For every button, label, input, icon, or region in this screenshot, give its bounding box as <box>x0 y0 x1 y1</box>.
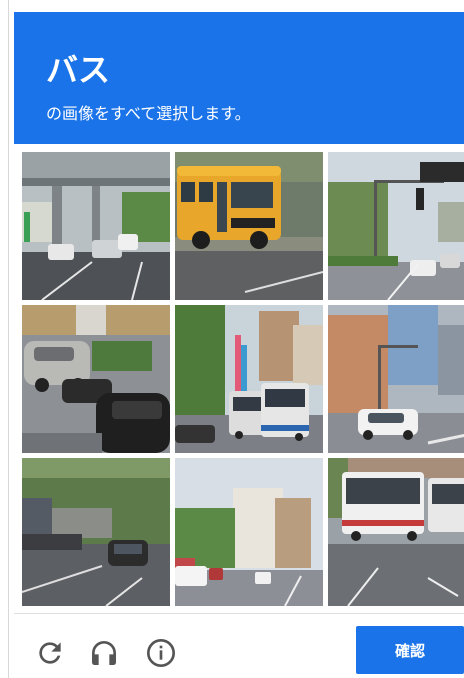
grid-tile-4[interactable] <box>22 305 170 453</box>
reload-icon[interactable] <box>33 636 67 670</box>
tile-image-street-overpass <box>22 152 170 300</box>
tile-image-city-buses <box>175 305 323 453</box>
headphones-icon[interactable] <box>87 636 121 670</box>
grid-tile-3[interactable] <box>328 152 464 300</box>
tile-image-intersection-car <box>328 305 464 453</box>
image-grid <box>22 152 464 606</box>
info-icon[interactable] <box>144 636 178 670</box>
challenge-target: バス <box>46 51 111 89</box>
grid-tile-5[interactable] <box>175 305 323 453</box>
challenge-instruction: の画像をすべて選択します。 <box>46 104 251 123</box>
grid-tile-6[interactable] <box>328 305 464 453</box>
tile-image-street-buildings <box>175 458 323 606</box>
footer-divider <box>14 613 464 614</box>
challenge-header: バス の画像をすべて選択します。 <box>14 12 464 144</box>
grid-tile-8[interactable] <box>175 458 323 606</box>
info-icon-glyph <box>147 639 175 667</box>
headphones-icon-glyph <box>92 641 116 665</box>
grid-tile-7[interactable] <box>22 458 170 606</box>
tile-image-parked-cars <box>22 305 170 453</box>
tile-image-road-car <box>22 458 170 606</box>
tile-image-traffic-lights <box>328 152 464 300</box>
grid-tile-1[interactable] <box>22 152 170 300</box>
tile-image-school-bus <box>175 152 323 300</box>
grid-tile-2[interactable] <box>175 152 323 300</box>
verify-button[interactable]: 確認 <box>356 626 464 674</box>
tile-image-white-bus <box>328 458 464 606</box>
reload-icon-glyph <box>39 642 61 664</box>
grid-tile-9[interactable] <box>328 458 464 606</box>
